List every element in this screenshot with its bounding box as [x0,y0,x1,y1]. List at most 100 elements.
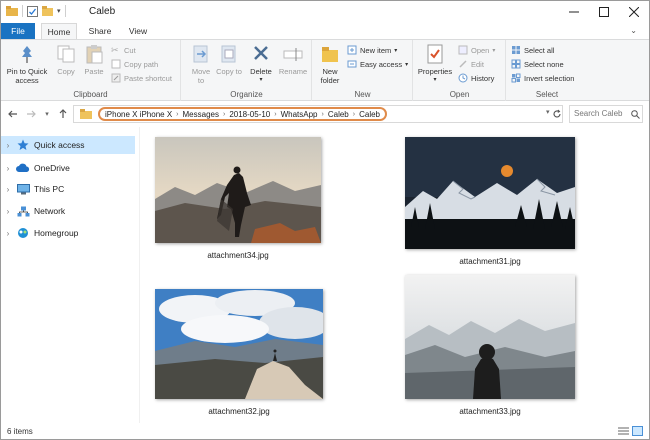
pane-divider[interactable] [139,127,140,423]
new-folder-button[interactable]: New folder [317,43,343,85]
sidebar-item-quick-access[interactable]: › Quick access [1,136,135,154]
organize-group-label: Organize [230,90,263,99]
qat-dropdown-icon[interactable]: ▾ [57,7,61,15]
forward-button[interactable] [25,107,37,121]
refresh-icon[interactable] [552,109,562,119]
new-folder-label: New folder [320,67,340,85]
photo-person-mountains [155,137,321,243]
sidebar-item-network[interactable]: › Network [1,202,135,220]
chevron-right-icon[interactable]: › [1,229,15,238]
crumb-messages[interactable]: Messages [183,110,219,119]
status-bar: 6 items [1,423,649,439]
address-dropdown-icon[interactable]: ▾ [546,108,550,116]
close-button[interactable] [619,1,649,23]
paste-shortcut-button[interactable]: Paste shortcut [111,72,172,84]
move-to-button[interactable]: Move to [188,43,214,85]
crumb-caleb[interactable]: Caleb [328,110,349,119]
quick-access-toolbar: ▾ [6,5,66,17]
select-group: Select all Select none Invert selection … [507,40,587,101]
open-button[interactable]: Open ▾ [458,44,495,56]
back-button[interactable] [7,107,19,121]
sidebar-item-label: Homegroup [34,228,79,238]
copy-button[interactable]: Copy [53,43,79,76]
sidebar-item-onedrive[interactable]: › OneDrive [1,159,135,177]
up-button[interactable] [57,107,69,121]
properties-qat-icon[interactable] [27,5,38,17]
chevron-right-icon[interactable]: › [1,164,15,173]
recent-locations-button[interactable]: ▾ [41,107,53,121]
large-icons-view-icon[interactable] [632,426,643,436]
search-icon[interactable] [631,110,640,119]
new-item-dropdown-icon: ▾ [394,47,398,54]
tab-view[interactable]: View [121,23,155,39]
address-bar[interactable]: iPhone X iPhone X › Messages › 2018-05-1… [73,105,563,123]
select-none-button[interactable]: Select none [511,58,564,70]
sidebar-item-label: This PC [34,184,65,194]
history-label: History [471,73,495,83]
details-view-icon[interactable] [618,426,629,436]
navigation-bar: ▾ iPhone X iPhone X › Messages › 2018-05… [1,101,649,127]
chevron-right-icon[interactable]: › [1,141,15,150]
edit-icon [459,60,467,68]
file-thumbnail[interactable] [405,137,575,249]
crumb-whatsapp[interactable]: WhatsApp [281,110,318,119]
crumb-caleb-current[interactable]: Caleb [359,110,380,119]
photo-hooded-person-mountains [405,275,575,399]
edit-label: Edit [471,59,484,69]
file-name[interactable]: attachment34.jpg [155,251,321,260]
delete-button[interactable]: Delete ▾ [248,43,274,85]
crumb-iphone[interactable]: iPhone X iPhone X [105,110,172,119]
explorer-icon [6,6,18,16]
ribbon-expand-icon[interactable]: ⌄ [630,26,637,35]
maximize-button[interactable] [589,1,619,23]
copy-path-button[interactable]: Copy path [111,58,158,70]
separator [64,5,66,17]
clipboard-group: Pin to Quick access Copy Paste ✂ Cut Cop… [1,40,181,101]
new-folder-qat-icon[interactable] [42,6,53,16]
network-icon [15,205,31,217]
separator [22,5,23,17]
select-group-label: Select [535,90,559,99]
cut-label: Cut [124,45,136,55]
item-count: 6 items [7,427,33,436]
sidebar-item-homegroup[interactable]: › Homegroup [1,224,135,242]
history-button[interactable]: History [458,72,494,84]
crumb-date[interactable]: 2018-05-10 [229,110,270,119]
rename-button[interactable]: Rename [278,43,308,76]
edit-button[interactable]: Edit [458,58,484,70]
chevron-right-icon: › [321,110,324,118]
minimize-button[interactable] [559,1,589,23]
properties-icon [427,44,443,64]
cut-button[interactable]: ✂ Cut [111,44,136,56]
properties-dropdown-icon[interactable]: ▾ [416,76,454,85]
invert-selection-button[interactable]: Invert selection [511,72,574,84]
paste-button[interactable]: Paste [81,43,107,76]
delete-dropdown-icon[interactable]: ▾ [248,76,274,85]
file-thumbnail[interactable] [405,275,575,399]
chevron-right-icon: › [274,110,277,118]
computer-icon [15,183,31,195]
tab-share[interactable]: Share [83,23,117,39]
pin-to-quick-access-button[interactable]: Pin to Quick access [5,43,49,85]
properties-label: Properties [417,67,453,76]
file-name[interactable]: attachment33.jpg [405,407,575,416]
copy-to-button[interactable]: Copy to [216,43,242,76]
properties-button[interactable]: Properties ▾ [416,43,454,85]
file-name[interactable]: attachment31.jpg [405,257,575,266]
file-name[interactable]: attachment32.jpg [155,407,323,416]
open-icon [458,45,468,55]
select-all-button[interactable]: Select all [511,44,554,56]
homegroup-icon [15,227,31,239]
easy-access-button[interactable]: Easy access ▾ [347,58,408,70]
copy-path-label: Copy path [124,59,159,69]
tab-home[interactable]: Home [41,23,77,40]
new-item-button[interactable]: New item ▾ [347,44,397,56]
chevron-right-icon[interactable]: › [1,185,15,194]
tab-file[interactable]: File [1,23,35,39]
sidebar-item-this-pc[interactable]: › This PC [1,180,135,198]
select-none-label: Select none [524,59,564,69]
file-thumbnail[interactable] [155,137,321,243]
window-title: Caleb [89,6,116,17]
chevron-right-icon[interactable]: › [1,207,15,216]
file-thumbnail[interactable] [155,289,323,399]
